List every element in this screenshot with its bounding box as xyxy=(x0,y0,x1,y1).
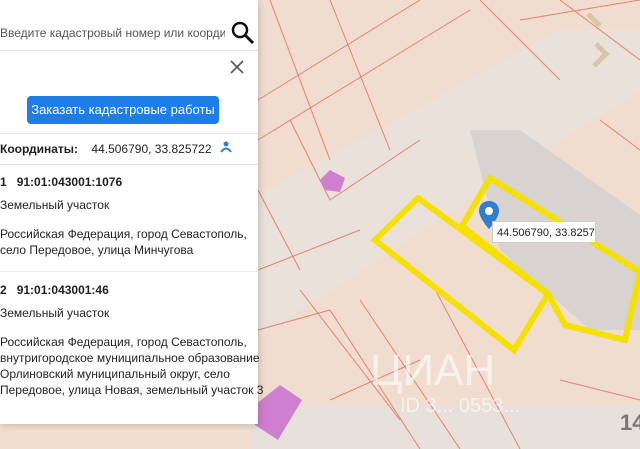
coordinate-tooltip: 44.506790, 33.825722 xyxy=(492,221,596,243)
cadastral-number[interactable]: 91:01:043001:46 xyxy=(17,283,109,297)
cadastral-number[interactable]: 91:01:043001:1076 xyxy=(17,175,122,189)
item-address-line: Орлиновский муниципальный округ, село xyxy=(0,367,230,381)
item-address-line: Передовое, улица Новая, земельный участо… xyxy=(0,383,264,397)
divider xyxy=(0,271,258,272)
coordinates-row: Координаты: 44.506790, 33.825722 xyxy=(0,133,258,165)
item-index: 1 xyxy=(0,175,7,189)
item-address-line: село Передовое, улица Минчугова xyxy=(0,243,194,257)
coordinates-value: 44.506790, 33.825722 xyxy=(91,142,212,156)
location-person-icon[interactable] xyxy=(219,135,233,165)
search-icon[interactable] xyxy=(228,18,256,46)
item-type: Земельный участок xyxy=(0,198,110,212)
info-panel: Заказать кадастровые работы Координаты: … xyxy=(0,0,263,424)
watermark-cian: ЦИАН xyxy=(370,346,495,395)
order-cadastral-works-button[interactable]: Заказать кадастровые работы xyxy=(27,96,219,124)
list-item[interactable]: 1 91:01:043001:1076 Земельный участок Ро… xyxy=(0,172,258,268)
list-item[interactable]: 2 91:01:043001:46 Земельный участок Росс… xyxy=(0,280,263,410)
item-address-line: внутригородское муниципальное образовани… xyxy=(0,351,260,365)
close-icon[interactable] xyxy=(228,58,246,76)
coordinates-label: Координаты: xyxy=(0,142,79,156)
item-type: Земельный участок xyxy=(0,306,110,320)
search-bar xyxy=(0,16,258,51)
item-address-line: Российская Федерация, город Севастополь, xyxy=(0,335,247,349)
zoom-level: 14 xyxy=(620,410,640,435)
item-address-line: Российская Федерация, город Севастополь, xyxy=(0,227,247,241)
item-index: 2 xyxy=(0,283,7,297)
search-input[interactable] xyxy=(0,22,225,44)
watermark-id: ID 3... 0553... xyxy=(400,395,520,417)
